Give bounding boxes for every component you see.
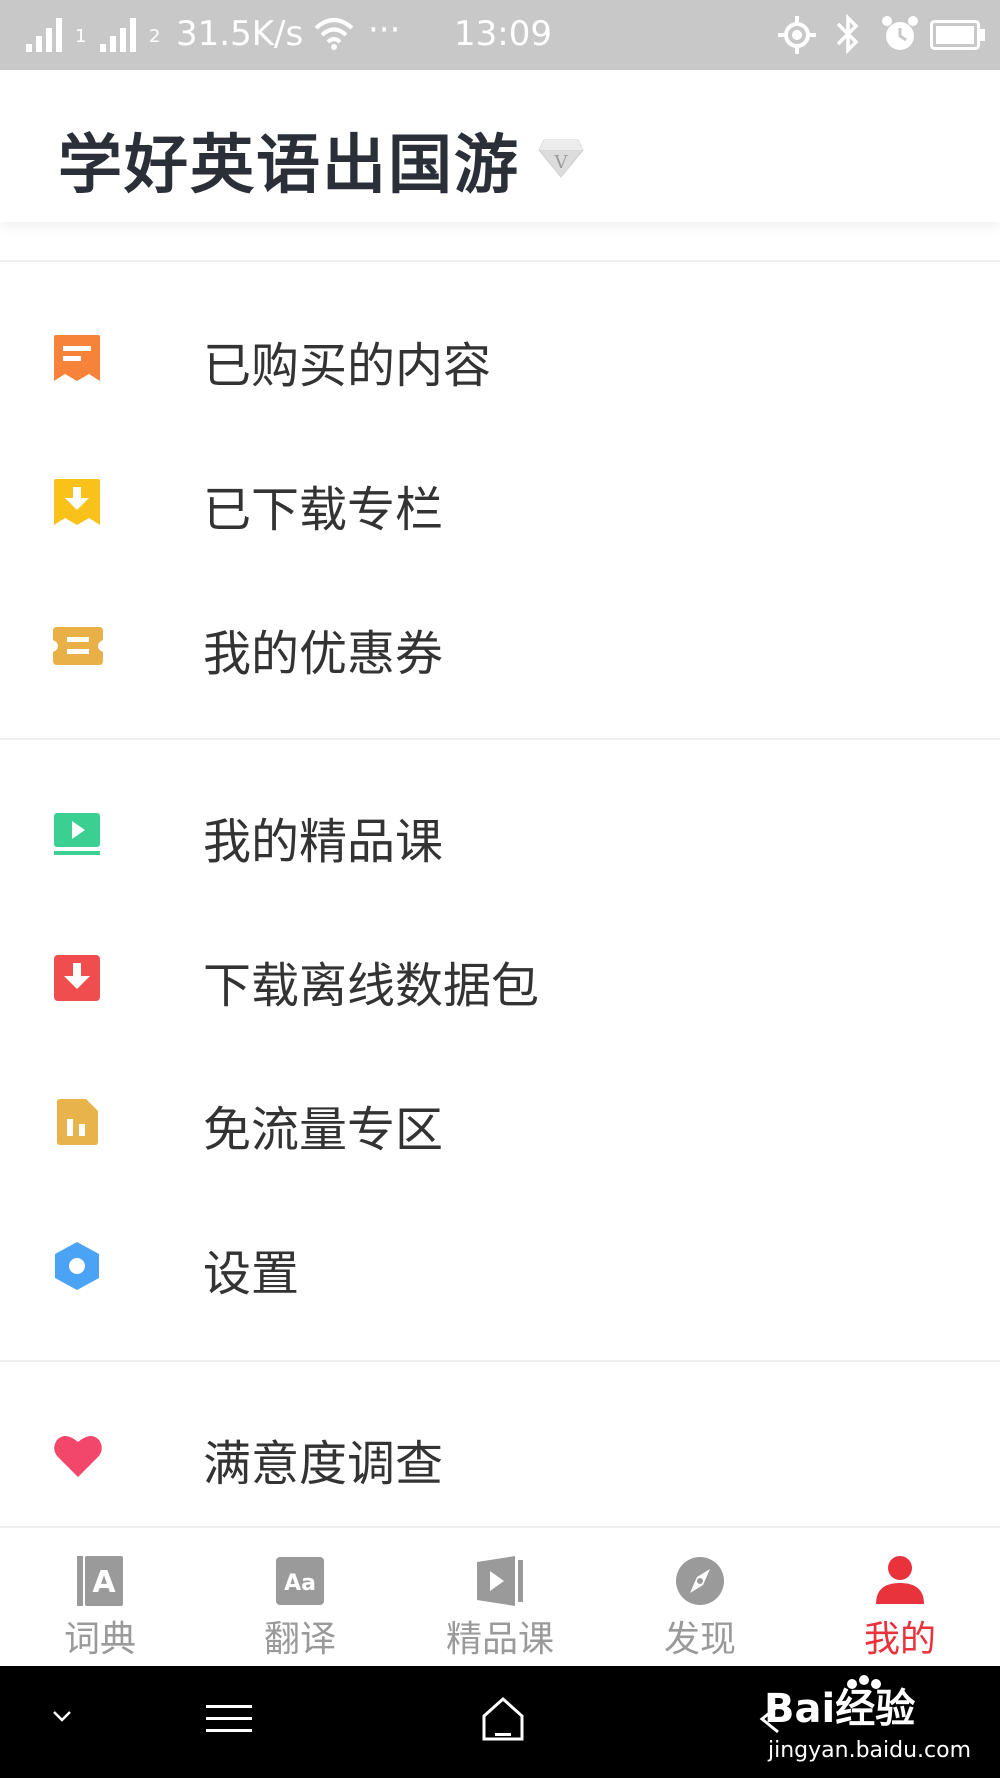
menu-item-offline-package[interactable]: 下载离线数据包 [0, 906, 1000, 1050]
svg-text:Aa: Aa [284, 1571, 316, 1596]
sim-card-icon [57, 1099, 98, 1145]
network-speed: 31.5K/s [176, 14, 304, 54]
menu-item-label: 满意度调查 [203, 1436, 444, 1492]
tab-discover[interactable]: 发现 [600, 1528, 800, 1668]
play-video-icon [54, 813, 100, 855]
menu-item-label: 我的精品课 [203, 814, 444, 870]
menu-item-label: 免流量专区 [203, 1102, 444, 1158]
tab-label: 精品课 [445, 1619, 554, 1660]
offline-download-icon [54, 955, 100, 1001]
tab-label: 词典 [63, 1619, 136, 1660]
menu-item-purchased[interactable]: 已购买的内容 [0, 286, 1000, 430]
tab-me[interactable]: 我的 [800, 1528, 1000, 1668]
tab-label: 翻译 [263, 1619, 336, 1660]
user-icon [876, 1556, 924, 1604]
chevron-down-icon[interactable] [52, 1710, 72, 1724]
status-bar: 1 2 31.5K/s ··· 13:09 [0, 0, 1000, 70]
alarm-icon [882, 16, 918, 50]
vip-badge-text: V [554, 152, 569, 173]
compass-icon [676, 1557, 724, 1605]
divider [0, 260, 1000, 262]
watermark-url: jingyan.baidu.com [768, 1738, 972, 1763]
location-icon [778, 16, 816, 54]
download-icon [54, 479, 100, 525]
menu-icon[interactable] [206, 1702, 252, 1736]
menu-item-settings[interactable]: 设置 [0, 1194, 1000, 1338]
tab-label: 我的 [863, 1619, 936, 1660]
menu-item-coupons[interactable]: 我的优惠券 [0, 574, 1000, 718]
svg-text:A: A [92, 1565, 116, 1600]
divider [0, 1360, 1000, 1362]
watermark-logo-text: Bai经验 [764, 1686, 915, 1732]
clock: 13:09 [454, 14, 552, 54]
menu-item-label: 我的优惠券 [203, 626, 444, 682]
tab-label: 发现 [663, 1619, 736, 1660]
menu-item-label: 已下载专栏 [203, 482, 444, 538]
heart-icon [54, 1435, 102, 1477]
baidu-jingyan-logo: Bai经验 [764, 1675, 915, 1732]
home-icon[interactable] [480, 1696, 526, 1742]
menu-item-my-courses[interactable]: 我的精品课 [0, 762, 1000, 906]
bluetooth-icon [836, 14, 859, 54]
bottom-navigation: A 词典 Aa 翻译 精品课 发现 我的 [0, 1526, 1000, 1668]
settings-hexagon-icon [55, 1242, 99, 1290]
signal-sim1-icon [26, 18, 62, 52]
page-header: 学好英语出国游 V [0, 70, 1000, 222]
tab-translate[interactable]: Aa 翻译 [200, 1528, 400, 1668]
sim2-label: 2 [149, 26, 161, 47]
vip-diamond-icon[interactable]: V [538, 138, 584, 178]
divider [0, 738, 1000, 740]
tab-courses[interactable]: 精品课 [400, 1528, 600, 1668]
translate-icon: Aa [276, 1557, 324, 1605]
tab-dictionary[interactable]: A 词典 [0, 1528, 200, 1668]
receipt-icon [54, 335, 100, 381]
wifi-icon [314, 18, 354, 50]
page-title[interactable]: 学好英语出国游 [58, 114, 520, 206]
course-icon [477, 1556, 523, 1606]
dictionary-icon: A [77, 1556, 123, 1606]
signal-sim2-icon [100, 18, 136, 52]
sim1-label: 1 [75, 26, 87, 47]
menu-item-free-data-zone[interactable]: 免流量专区 [0, 1050, 1000, 1194]
battery-icon [930, 20, 985, 50]
menu-item-label: 设置 [203, 1246, 300, 1302]
more-indicator: ··· [368, 10, 401, 50]
menu-item-satisfaction-survey[interactable]: 满意度调查 [0, 1384, 1000, 1528]
menu-item-label: 下载离线数据包 [203, 958, 540, 1014]
coupon-icon [53, 627, 103, 665]
menu-item-downloaded-columns[interactable]: 已下载专栏 [0, 430, 1000, 574]
menu-item-label: 已购买的内容 [203, 338, 492, 394]
